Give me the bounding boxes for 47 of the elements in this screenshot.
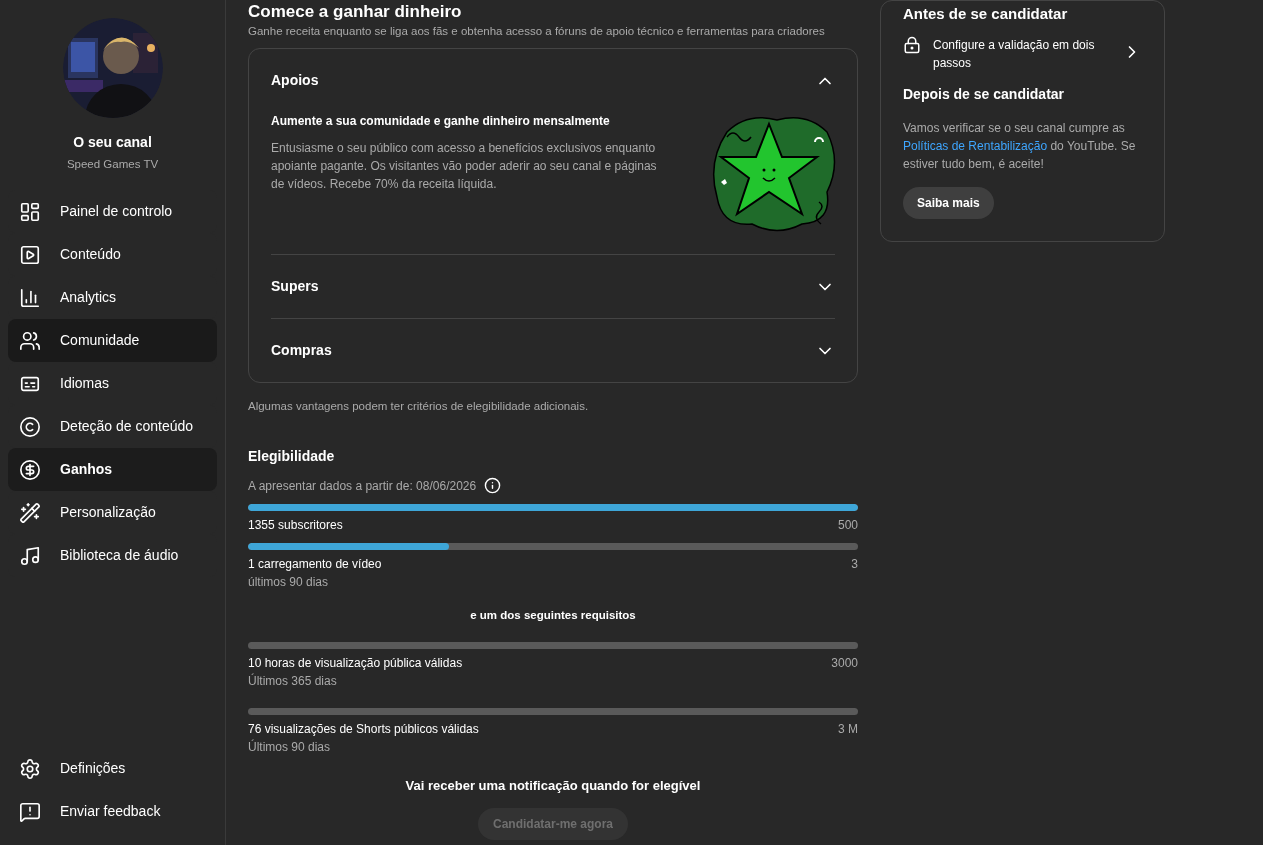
chart-icon — [19, 286, 41, 309]
perks-note: Algumas vantagens podem ter critérios de elegibilidade adicionais. — [248, 399, 590, 415]
requirement-target: 500 — [837, 516, 858, 534]
sidebar-item[interactable]: Enviar feedback — [8, 790, 217, 833]
info-icon[interactable] — [484, 477, 502, 494]
date-label: A apresentar dados a partir de: 08/06/2026 — [248, 477, 477, 495]
requirements-separator: e um dos seguintes requisitos — [469, 607, 637, 623]
section-title: Elegibilidade — [248, 446, 336, 466]
requirement-period: últimos 90 dias — [248, 573, 330, 591]
lock-icon — [903, 35, 921, 54]
eligibility-notice: Vai receber uma notificação quando for elegível — [404, 776, 702, 795]
video-icon — [19, 243, 41, 266]
card-description: Vamos verificar se o seu canal cumpre as Políticas de Rentabilização do YouTube. Se estiver tudo bem, é aceite! — [903, 119, 1137, 173]
requirement-label: 1 carregamento de vídeo — [248, 555, 382, 573]
requirement-period: Últimos 90 dias — [248, 738, 332, 756]
two-step-row[interactable]: Configure a validação em dois passos — [903, 35, 1142, 72]
channel-title: O seu canal — [73, 133, 152, 152]
requirement-period: Últimos 365 dias — [248, 672, 338, 690]
people-icon — [19, 329, 41, 352]
policy-link[interactable]: Políticas de Rentabilização — [903, 138, 1048, 153]
card-title: Antes de se candidatar — [903, 4, 1069, 24]
sidebar-item[interactable]: Ganhos — [8, 448, 217, 492]
copyright-icon — [19, 415, 41, 438]
page-subtitle: Ganhe receita enquanto se liga aos fãs e obtenha acesso a fóruns de apoio técnico e ferramentas para criadores — [248, 24, 826, 39]
requirement-target: 3 M — [838, 720, 858, 738]
requirement-target: 3 — [851, 555, 858, 573]
dollar-icon — [19, 458, 41, 481]
requirement-label: 10 horas de visualização pública válidas — [248, 654, 463, 672]
accordion-header[interactable]: Apoios — [271, 49, 835, 113]
learn-more-button[interactable]: Saiba mais — [903, 186, 994, 219]
feedback-icon — [19, 800, 41, 823]
requirement-target: 3000 — [831, 654, 858, 672]
sidebar-item[interactable]: Definições — [8, 747, 217, 790]
accordion-header[interactable]: Supers — [271, 255, 835, 319]
music-icon — [19, 544, 41, 567]
perk-heading: Aumente a sua comunidade e ganhe dinheiro mensalmente — [271, 113, 611, 131]
page-title: Comece a ganhar dinheiro — [248, 1, 463, 23]
wand-icon — [19, 501, 41, 524]
settings-icon — [19, 757, 41, 780]
perk-description: Entusiasme o seu público com acesso a benefícios exclusivos enquanto apoiante pagante. Os visitantes vão poder aderir ao seu canal e páginas de vídeos. Recebe 70% da receita líquida. — [271, 140, 658, 194]
channel-name: Speed Games TV — [66, 157, 159, 172]
requirement-label: 1355 subscritores — [248, 516, 343, 534]
requirement-label: 76 visualizações de Shorts públicos válidas — [248, 720, 479, 738]
sidebar-item[interactable]: Comunidade — [8, 319, 217, 363]
accordion-header[interactable]: Compras — [271, 319, 835, 383]
card-subtitle: Depois de se candidatar — [903, 84, 1066, 104]
dashboard-icon — [19, 200, 41, 223]
